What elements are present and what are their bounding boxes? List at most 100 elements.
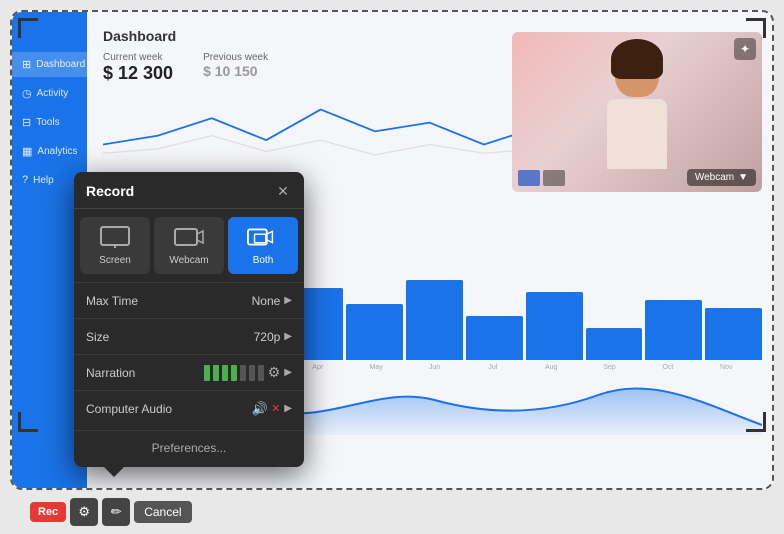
size-row: Size 720p ▶ (74, 318, 304, 354)
panel-title: Record (86, 183, 134, 199)
nar-seg-3 (222, 365, 228, 381)
max-time-arrow[interactable]: ▶ (284, 295, 292, 306)
person-body (607, 99, 667, 169)
current-week-label: Current week (103, 52, 173, 63)
max-time-value: None (252, 294, 281, 308)
help-icon: ? (22, 174, 28, 186)
screen-record-icon (99, 225, 131, 249)
bar-month-label: Aug (524, 364, 579, 371)
close-button[interactable]: ✕ (274, 182, 292, 200)
computer-audio-value-group: 🔊 ✕ ▶ (252, 401, 292, 417)
screen-label: Screen (99, 255, 131, 266)
sidebar-label-help: Help (33, 175, 54, 186)
bar-item (526, 292, 583, 360)
screen-size-btn[interactable] (518, 170, 540, 186)
bar-month-label: Jul (465, 364, 520, 371)
corner-tl (18, 18, 38, 38)
bar-item (466, 316, 523, 360)
webcam-label-btn: Webcam (169, 255, 208, 266)
record-both-button[interactable]: Both (228, 217, 298, 274)
narration-bar (204, 365, 264, 381)
bar-item (645, 300, 702, 360)
computer-audio-label: Computer Audio (86, 402, 172, 416)
narration-label: Narration (86, 366, 135, 380)
audio-arrow[interactable]: ▶ (284, 403, 292, 414)
analytics-icon: ▦ (22, 145, 32, 158)
settings-button[interactable]: ⚙ (70, 498, 98, 526)
bar-item (406, 280, 463, 360)
max-time-value-group: None ▶ (252, 294, 292, 308)
settings-rows: Max Time None ▶ Size 720p ▶ Narration (74, 282, 304, 430)
stat-current: Current week $ 12 300 (103, 52, 173, 84)
computer-audio-row: Computer Audio 🔊 ✕ ▶ (74, 390, 304, 426)
max-time-label: Max Time (86, 294, 138, 308)
nar-seg-7 (258, 365, 264, 381)
narration-settings-icon[interactable]: ⚙ (268, 364, 281, 381)
tools-icon: ⊟ (22, 116, 31, 129)
previous-value: $ 10 150 (203, 63, 268, 79)
previous-week-label: Previous week (203, 52, 268, 63)
person-figure (597, 47, 677, 187)
size-value-group: 720p ▶ (254, 330, 292, 344)
fullscreen-btn[interactable] (543, 170, 565, 186)
record-types: Screen Webcam (74, 209, 304, 282)
record-webcam-button[interactable]: Webcam (154, 217, 224, 274)
narration-value-group: ⚙ ▶ (204, 364, 292, 381)
narration-row: Narration ⚙ ▶ (74, 354, 304, 390)
sidebar-label-analytics: Analytics (37, 146, 77, 157)
cancel-button[interactable]: Cancel (134, 501, 191, 523)
main-frame: ⊞ Dashboard ◷ Activity ⊟ Tools ▦ Analyti… (10, 10, 774, 490)
edit-button[interactable]: ✏ (102, 498, 130, 526)
size-value: 720p (254, 330, 281, 344)
person-head (615, 47, 659, 97)
max-time-row: Max Time None ▶ (74, 282, 304, 318)
bar-item (346, 304, 403, 360)
corner-br (746, 412, 766, 432)
dashboard-icon: ⊞ (22, 58, 31, 71)
both-record-icon (247, 225, 279, 249)
nar-seg-6 (249, 365, 255, 381)
preferences-button[interactable]: Preferences... (74, 430, 304, 465)
nar-seg-1 (204, 365, 210, 381)
narration-arrow[interactable]: ▶ (284, 367, 292, 378)
sidebar-item-analytics[interactable]: ▦ Analytics (12, 139, 87, 164)
bottom-toolbar: Rec ⚙ ✏ Cancel (30, 498, 192, 526)
mute-icon: ✕ (271, 402, 280, 415)
panel-header: Record ✕ (74, 172, 304, 209)
bar-month-label: May (348, 364, 403, 371)
rec-badge: Rec (30, 502, 66, 522)
bar-item (586, 328, 643, 360)
webcam-dropdown-arrow: ▼ (738, 172, 748, 183)
bar-month-label: Nov (699, 364, 754, 371)
nar-seg-4 (231, 365, 237, 381)
wand-button[interactable]: ✦ (734, 38, 756, 60)
webcam-image (512, 32, 762, 192)
sidebar-label-dashboard: Dashboard (36, 59, 85, 70)
both-label: Both (253, 255, 274, 266)
activity-icon: ◷ (22, 87, 32, 100)
audio-icon-group: 🔊 ✕ (252, 401, 280, 417)
sidebar-item-activity[interactable]: ◷ Activity (12, 81, 87, 106)
size-arrow[interactable]: ▶ (284, 331, 292, 342)
sidebar-item-tools[interactable]: ⊟ Tools (12, 110, 87, 135)
nar-seg-2 (213, 365, 219, 381)
bar-month-label: Sep (582, 364, 637, 371)
current-value: $ 12 300 (103, 63, 173, 84)
webcam-label-bar[interactable]: Webcam ▼ (687, 169, 756, 186)
bar-month-label: Jun (407, 364, 462, 371)
sidebar-label-tools: Tools (36, 117, 59, 128)
speaker-icon: 🔊 (252, 401, 268, 417)
stat-previous: Previous week $ 10 150 (203, 52, 268, 84)
record-panel: Record ✕ Screen (74, 172, 304, 467)
nar-seg-5 (240, 365, 246, 381)
webcam-label: Webcam (695, 172, 734, 183)
sidebar-label-activity: Activity (37, 88, 69, 99)
corner-tr (746, 18, 766, 38)
sidebar-item-dashboard[interactable]: ⊞ Dashboard (12, 52, 87, 77)
webcam-record-icon (173, 225, 205, 249)
person-hair (611, 39, 663, 79)
bar-item (705, 308, 762, 360)
record-screen-button[interactable]: Screen (80, 217, 150, 274)
size-label: Size (86, 330, 109, 344)
webcam-preview: ✦ Webcam ▼ (512, 32, 762, 192)
